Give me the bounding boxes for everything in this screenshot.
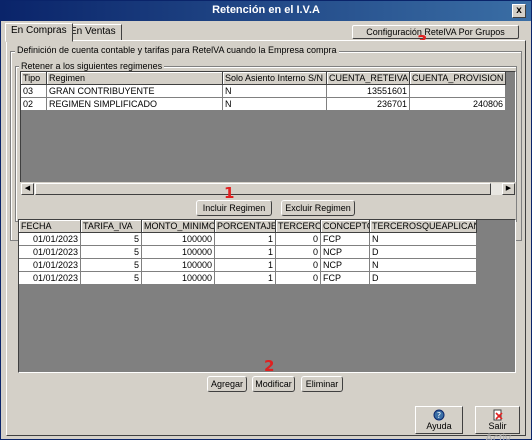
cell-fecha[interactable]: 01/01/2023 [19,233,81,246]
header-fecha[interactable]: FECHA [19,220,81,233]
cell-porcentaje[interactable]: 1 [215,233,276,246]
cell-tarifa-iva[interactable]: 5 [81,233,142,246]
regimes-grid[interactable]: Tipo Regimen Solo Asiento Interno S/N CU… [20,71,516,183]
help-icon: ? [433,409,445,421]
title-bar: Retención en el I.V.A x [1,1,531,21]
cell-tipo[interactable]: 02 [21,98,47,111]
modificar-button[interactable]: Modificar [252,376,295,392]
incluir-regimen-button[interactable]: Incluir Regimen [196,200,272,216]
regimes-header-row: Tipo Regimen Solo Asiento Interno S/N CU… [21,72,506,85]
table-row[interactable]: 01/01/2023 5 100000 1 0 FCP N [19,233,477,246]
scroll-left-arrow-icon[interactable]: ◀ [21,183,34,195]
cell-tarifa-iva[interactable]: 5 [81,272,142,285]
table-row[interactable]: 01/01/2023 5 100000 1 0 NCP D [19,246,477,259]
cell-porcentaje[interactable]: 1 [215,272,276,285]
excluir-regimen-button[interactable]: Excluir Regimen [281,200,355,216]
cell-solo-asiento[interactable]: N [223,85,327,98]
cell-concepto[interactable]: FCP [321,272,370,285]
cell-monto-minimo[interactable]: 100000 [142,272,215,285]
header-solo-asiento[interactable]: Solo Asiento Interno S/N [223,72,327,85]
group-regimenes-label: Retener a los siguientes regimenes [19,61,165,71]
header-monto-minimo[interactable]: MONTO_MINIMO [142,220,215,233]
tariffs-grid[interactable]: FECHA TARIFA_IVA MONTO_MINIMO PORCENTAJE… [18,219,516,373]
salir-button[interactable]: Salir [475,406,520,434]
table-row[interactable]: 03 GRAN CONTRIBUYENTE N 13551601 [21,85,506,98]
header-tarifa-iva[interactable]: TARIFA_IVA [81,220,142,233]
cell-fecha[interactable]: 01/01/2023 [19,259,81,272]
ayuda-label: Ayuda [426,421,452,431]
cell-fecha[interactable]: 01/01/2023 [19,272,81,285]
header-porcentaje[interactable]: PORCENTAJE [215,220,276,233]
cell-terceros-que-aplican[interactable]: N [370,233,477,246]
annotation-marker-1: 1 [224,184,235,202]
cell-cuenta-provision[interactable]: 240806 [410,98,506,111]
cell-monto-minimo[interactable]: 100000 [142,233,215,246]
header-terceros-que-aplican[interactable]: TERCEROSQUEAPLICAN [370,220,477,233]
cell-tipo[interactable]: 03 [21,85,47,98]
tab-en-ventas[interactable]: En Ventas [64,24,122,41]
header-concepto[interactable]: CONCEPTO [321,220,370,233]
scroll-thumb[interactable] [35,183,491,195]
exit-door-icon [493,409,503,421]
header-cuenta-provision[interactable]: CUENTA_PROVISION [410,72,506,85]
header-tipo[interactable]: Tipo [21,72,47,85]
cell-terceros-que-aplican[interactable]: N [370,259,477,272]
header-cuenta-reteiva[interactable]: CUENTA_RETEIVA [327,72,410,85]
cell-tercero[interactable]: 0 [276,259,321,272]
cell-tercero[interactable]: 0 [276,272,321,285]
config-reteiva-por-grupos-button[interactable]: Configuración RetelVA Por Grupos [352,25,519,39]
tab-en-compras[interactable]: En Compras [5,23,73,42]
cell-fecha[interactable]: 01/01/2023 [19,246,81,259]
cell-cuenta-reteiva[interactable]: 236701 [327,98,410,111]
cell-monto-minimo[interactable]: 100000 [142,259,215,272]
header-regimen[interactable]: Regimen [47,72,223,85]
table-row[interactable]: 01/01/2023 5 100000 1 0 NCP N [19,259,477,272]
cell-concepto[interactable]: NCP [321,259,370,272]
cell-regimen[interactable]: REGIMEN SIMPLIFICADO [47,98,223,111]
retencion-iva-window: Retención en el I.V.A x En Compras En Ve… [0,0,532,440]
header-tercero[interactable]: TERCERO [276,220,321,233]
table-row[interactable]: 02 REGIMEN SIMPLIFICADO N 236701 240806 [21,98,506,111]
activation-watermark: Activ [485,431,512,440]
cell-cuenta-reteiva[interactable]: 13551601 [327,85,410,98]
table-row[interactable]: 01/01/2023 5 100000 1 0 FCP D [19,272,477,285]
agregar-button[interactable]: Agregar [207,376,247,392]
regimes-horizontal-scrollbar[interactable]: ◀ ▶ [20,182,516,196]
cell-terceros-que-aplican[interactable]: D [370,272,477,285]
tariffs-header-row: FECHA TARIFA_IVA MONTO_MINIMO PORCENTAJE… [19,220,477,233]
cell-terceros-que-aplican[interactable]: D [370,246,477,259]
annotation-marker-2: 2 [264,357,275,375]
window-title: Retención en el I.V.A [212,4,320,16]
close-button[interactable]: x [512,4,526,18]
cell-tarifa-iva[interactable]: 5 [81,259,142,272]
cell-cuenta-provision[interactable] [410,85,506,98]
group-definicion-label: Definición de cuenta contable y tarifas … [15,45,339,55]
cell-regimen[interactable]: GRAN CONTRIBUYENTE [47,85,223,98]
cell-tercero[interactable]: 0 [276,246,321,259]
scroll-right-arrow-icon[interactable]: ▶ [502,183,515,195]
cell-concepto[interactable]: FCP [321,233,370,246]
cell-concepto[interactable]: NCP [321,246,370,259]
cell-tarifa-iva[interactable]: 5 [81,246,142,259]
cell-solo-asiento[interactable]: N [223,98,327,111]
cell-porcentaje[interactable]: 1 [215,246,276,259]
salir-label: Salir [488,421,507,431]
eliminar-button[interactable]: Eliminar [301,376,343,392]
cell-monto-minimo[interactable]: 100000 [142,246,215,259]
cell-tercero[interactable]: 0 [276,233,321,246]
svg-text:?: ? [437,411,441,420]
ayuda-button[interactable]: ? Ayuda [415,406,463,434]
cell-porcentaje[interactable]: 1 [215,259,276,272]
